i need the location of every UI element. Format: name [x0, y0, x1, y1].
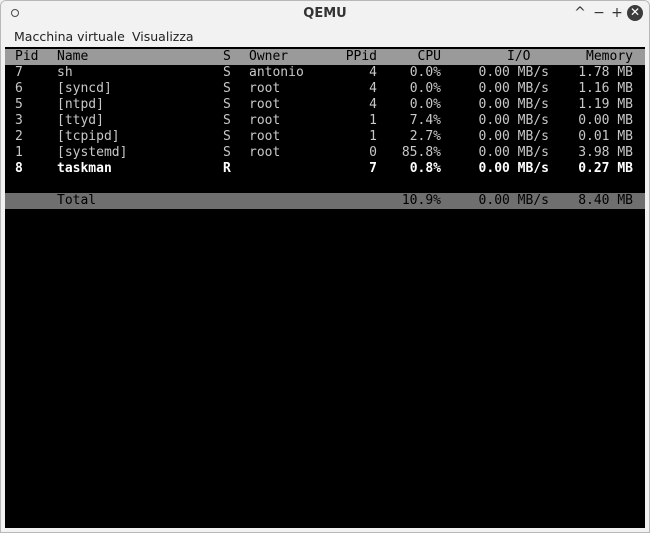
minimize-button[interactable]: ^	[571, 4, 589, 22]
header-io: I/O	[507, 49, 531, 64]
cell-owner: root	[249, 129, 281, 144]
cell-name: [syncd]	[57, 81, 112, 96]
cell-pid: 7	[15, 65, 23, 80]
cell-cpu: 0.0%	[409, 65, 441, 80]
shade-button[interactable]: −	[590, 4, 608, 22]
table-row: 2 [tcpipd] S root 1 2.7% 0.00 MB/s 0.01 …	[5, 129, 645, 145]
table-row: 7 sh S antonio 4 0.0% 0.00 MB/s 1.78 MB	[5, 65, 645, 81]
cell-owner: root	[249, 81, 281, 96]
cell-owner: root	[249, 97, 281, 112]
cell-memory: 0.27 MB	[578, 161, 633, 176]
close-button[interactable]: ✕	[627, 5, 643, 21]
vm-display[interactable]: Pid Name S Owner PPid CPU I/O Memory 7 s…	[5, 47, 645, 528]
cell-io: 0.00 MB/s	[478, 65, 549, 80]
table-row-current: 8 taskman R 7 0.8% 0.00 MB/s 0.27 MB	[5, 161, 645, 177]
cell-name: taskman	[57, 161, 112, 176]
qemu-window: QEMU ^ − + ✕ Macchina virtuale Visualizz…	[0, 0, 650, 533]
header-cpu: CPU	[417, 49, 441, 64]
cell-cpu: 0.0%	[409, 97, 441, 112]
cell-io: 0.00 MB/s	[478, 97, 549, 112]
cell-pid: 6	[15, 81, 23, 96]
header-memory: Memory	[586, 49, 633, 64]
cell-state: S	[223, 81, 231, 96]
header-ppid: PPid	[345, 49, 377, 64]
cell-pid: 5	[15, 97, 23, 112]
cell-ppid: 1	[369, 129, 377, 144]
cell-owner: antonio	[249, 65, 304, 80]
header-owner: Owner	[249, 49, 289, 64]
cell-state: S	[223, 129, 231, 144]
cell-memory: 1.19 MB	[578, 97, 633, 112]
header-name: Name	[57, 49, 89, 64]
menu-macchina-virtuale[interactable]: Macchina virtuale	[14, 29, 125, 44]
cell-state: S	[223, 113, 231, 128]
cell-owner: root	[249, 145, 281, 160]
cell-memory: 0.01 MB	[578, 129, 633, 144]
cell-name: [tcpipd]	[57, 129, 120, 144]
total-cpu: 10.9%	[401, 193, 441, 208]
table-header: Pid Name S Owner PPid CPU I/O Memory	[5, 49, 645, 65]
total-label: Total	[57, 193, 97, 208]
cell-state: S	[223, 145, 231, 160]
table-row: 5 [ntpd] S root 4 0.0% 0.00 MB/s 1.19 MB	[5, 97, 645, 113]
cell-memory: 1.78 MB	[578, 65, 633, 80]
cell-ppid: 7	[369, 161, 377, 176]
cell-ppid: 4	[369, 97, 377, 112]
menu-visualizza[interactable]: Visualizza	[132, 29, 194, 44]
cell-cpu: 0.0%	[409, 81, 441, 96]
cell-cpu: 85.8%	[401, 145, 441, 160]
table-row: 1 [systemd] S root 0 85.8% 0.00 MB/s 3.9…	[5, 145, 645, 161]
cell-state: R	[223, 161, 231, 176]
header-state: S	[223, 49, 231, 64]
cell-cpu: 7.4%	[409, 113, 441, 128]
cell-pid: 1	[15, 145, 23, 160]
cell-io: 0.00 MB/s	[478, 129, 549, 144]
cell-memory: 3.98 MB	[578, 145, 633, 160]
cell-name: [systemd]	[57, 145, 128, 160]
table-row: 3 [ttyd] S root 1 7.4% 0.00 MB/s 0.00 MB	[5, 113, 645, 129]
cell-state: S	[223, 65, 231, 80]
maximize-button[interactable]: +	[608, 4, 626, 22]
cell-pid: 2	[15, 129, 23, 144]
table-row: 6 [syncd] S root 4 0.0% 0.00 MB/s 1.16 M…	[5, 81, 645, 97]
cell-state: S	[223, 97, 231, 112]
total-row: Total 10.9% 0.00 MB/s 8.40 MB	[5, 193, 645, 209]
cell-io: 0.00 MB/s	[478, 161, 549, 176]
title-bar[interactable]: QEMU ^ − + ✕	[1, 1, 649, 27]
cell-io: 0.00 MB/s	[478, 81, 549, 96]
cell-ppid: 0	[369, 145, 377, 160]
cell-memory: 1.16 MB	[578, 81, 633, 96]
cell-ppid: 4	[369, 81, 377, 96]
cell-cpu: 2.7%	[409, 129, 441, 144]
total-memory: 8.40 MB	[578, 193, 633, 208]
window-title: QEMU	[303, 6, 347, 21]
cell-pid: 8	[15, 161, 23, 176]
cell-owner: root	[249, 113, 281, 128]
total-io: 0.00 MB/s	[478, 193, 549, 208]
cell-ppid: 4	[369, 65, 377, 80]
cell-memory: 0.00 MB	[578, 113, 633, 128]
cell-name: [ntpd]	[57, 97, 104, 112]
cell-cpu: 0.8%	[409, 161, 441, 176]
cell-name: sh	[57, 65, 73, 80]
menu-bar: Macchina virtuale Visualizza	[1, 27, 649, 47]
cell-name: [ttyd]	[57, 113, 104, 128]
header-pid: Pid	[15, 49, 39, 64]
cell-ppid: 1	[369, 113, 377, 128]
cell-io: 0.00 MB/s	[478, 113, 549, 128]
cell-io: 0.00 MB/s	[478, 145, 549, 160]
cell-pid: 3	[15, 113, 23, 128]
